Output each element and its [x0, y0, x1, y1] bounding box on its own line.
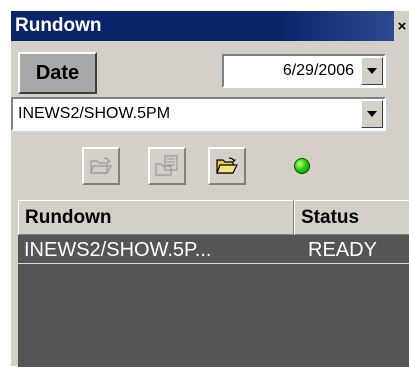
- open-folder-icon: [216, 157, 238, 174]
- panel-title: Rundown: [15, 15, 102, 36]
- column-header-status[interactable]: Status: [294, 200, 409, 235]
- row-divider: [18, 263, 409, 264]
- document-list-disabled-icon: [155, 155, 178, 176]
- status-light-icon: [294, 158, 310, 174]
- open-rundown-button[interactable]: [82, 147, 120, 185]
- rundown-panel: Rundown × Date 6/29/2006 INEWS2/SHOW.5PM: [10, 10, 409, 367]
- chevron-down-icon: [367, 68, 377, 74]
- rundown-select-value: INEWS2/SHOW.5PM: [18, 105, 171, 122]
- rundown-select[interactable]: INEWS2/SHOW.5PM: [11, 97, 386, 131]
- column-header-rundown-label: Rundown: [25, 206, 112, 228]
- date-value: 6/29/2006: [282, 62, 354, 79]
- rundown-table: Rundown Status INEWS2/SHOW.5P... READY: [18, 200, 409, 367]
- date-picker[interactable]: 6/29/2006: [222, 54, 386, 88]
- table-row[interactable]: INEWS2/SHOW.5P... READY: [18, 235, 409, 265]
- column-header-status-label: Status: [301, 206, 360, 228]
- row-status-cell: READY: [308, 238, 377, 261]
- chevron-down-icon: [367, 111, 377, 117]
- row-rundown-cell: INEWS2/SHOW.5P...: [24, 238, 212, 261]
- rundown-list-button[interactable]: [148, 147, 186, 185]
- rundown-dropdown-button[interactable]: [361, 100, 383, 128]
- close-icon: ×: [397, 17, 407, 35]
- open-folder-button[interactable]: [208, 147, 246, 185]
- open-folder-disabled-icon: [90, 157, 112, 174]
- column-header-rundown[interactable]: Rundown: [18, 200, 294, 235]
- date-button-label: Date: [35, 61, 80, 84]
- date-button[interactable]: Date: [18, 52, 97, 94]
- date-dropdown-button[interactable]: [361, 57, 383, 85]
- panel-title-bar[interactable]: Rundown: [11, 11, 394, 41]
- close-button[interactable]: ×: [394, 11, 409, 41]
